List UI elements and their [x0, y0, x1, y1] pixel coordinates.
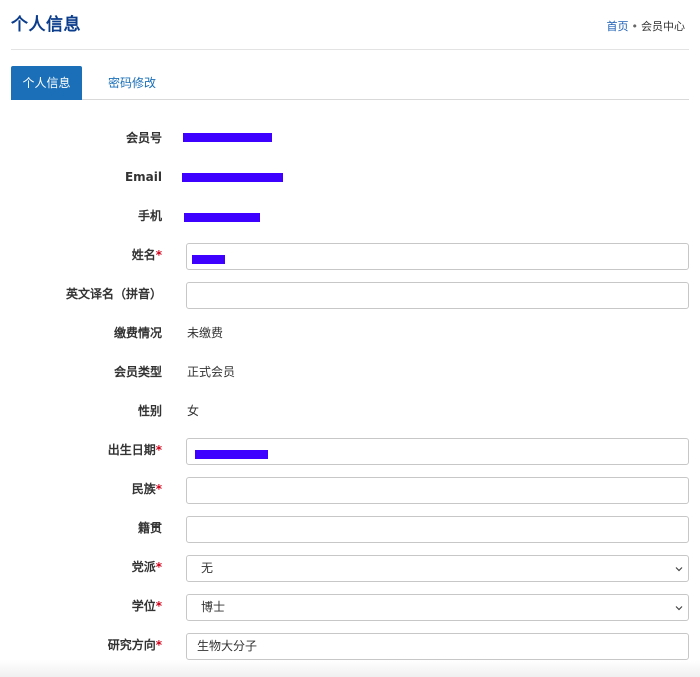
breadcrumb: 首页 • 会员中心 [607, 18, 686, 34]
row-english-name: 英文译名（拼音） [0, 279, 700, 309]
tab-bar: 个人信息 密码修改 [11, 66, 689, 100]
degree-select[interactable]: 博士 [186, 594, 689, 621]
row-gender: 性别 女 [0, 396, 700, 426]
tab-personal-info[interactable]: 个人信息 [11, 66, 82, 100]
label-payment: 缴费情况 [113, 326, 162, 340]
row-party: 党派* 无 [0, 552, 700, 582]
party-select[interactable]: 无 [186, 555, 689, 582]
research-input[interactable]: 生物大分子 [186, 633, 689, 660]
redacted-member-no [183, 133, 272, 142]
row-phone: 手机 [0, 201, 700, 231]
label-phone: 手机 [137, 209, 162, 223]
redacted-name [192, 255, 225, 264]
label-party: 党派* [131, 560, 162, 574]
native-place-input[interactable] [186, 516, 689, 543]
breadcrumb-separator: • [631, 20, 639, 33]
gender-value: 女 [187, 404, 200, 418]
label-english-name: 英文译名（拼音） [65, 287, 162, 301]
row-email: Email [0, 162, 700, 192]
row-research: 研究方向* 生物大分子 [0, 630, 700, 660]
row-payment: 缴费情况 未缴费 [0, 318, 700, 348]
redacted-email [182, 173, 283, 182]
name-input[interactable] [186, 243, 689, 270]
birth-date-input[interactable] [186, 438, 689, 465]
payment-value: 未缴费 [187, 326, 224, 340]
label-name: 姓名* [131, 248, 162, 262]
row-ethnicity: 民族* [0, 474, 700, 504]
bottom-edge [0, 660, 700, 677]
redacted-phone [184, 213, 260, 222]
redacted-birth-date [195, 450, 268, 459]
tab-password-change[interactable]: 密码修改 [94, 66, 170, 100]
breadcrumb-home-link[interactable]: 首页 [607, 20, 629, 33]
chevron-down-icon [675, 567, 683, 572]
label-birth-date: 出生日期* [107, 443, 162, 457]
row-native-place: 籍贯 [0, 513, 700, 543]
label-gender: 性别 [137, 404, 162, 418]
degree-selected-value: 博士 [201, 600, 226, 614]
breadcrumb-current: 会员中心 [641, 20, 685, 33]
ethnicity-input[interactable] [186, 477, 689, 504]
row-birth-date: 出生日期* [0, 435, 700, 465]
row-name: 姓名* [0, 240, 700, 270]
row-member-type: 会员类型 正式会员 [0, 357, 700, 387]
english-name-input[interactable] [186, 282, 689, 309]
party-selected-value: 无 [201, 561, 214, 575]
label-ethnicity: 民族* [131, 482, 162, 496]
row-degree: 学位* 博士 [0, 591, 700, 621]
chevron-down-icon [675, 606, 683, 611]
page-header: 个人信息 首页 • 会员中心 [11, 0, 689, 50]
label-research: 研究方向* [107, 638, 162, 652]
label-native-place: 籍贯 [137, 521, 162, 535]
label-member-type: 会员类型 [113, 365, 162, 379]
label-degree: 学位* [131, 599, 162, 613]
label-email: Email [124, 170, 162, 184]
row-member-no: 会员号 [0, 123, 700, 153]
label-member-no: 会员号 [125, 131, 162, 145]
page-title: 个人信息 [11, 15, 81, 35]
member-type-value: 正式会员 [187, 365, 236, 379]
